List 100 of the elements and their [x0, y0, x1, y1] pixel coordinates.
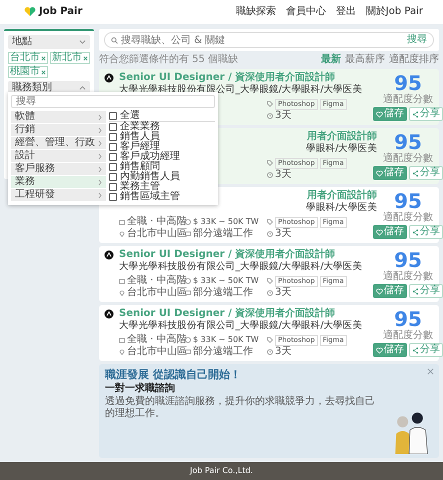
save-button[interactable]: 儲存 [373, 225, 407, 239]
job-title-link[interactable]: Senior UI Designer / 資深使用者介面設計師 [119, 249, 336, 261]
sort-link[interactable]: 適配度排序 [389, 54, 439, 66]
checkbox[interactable] [109, 183, 117, 191]
heart-icon [376, 170, 383, 176]
share-button[interactable]: 分享 [409, 284, 443, 298]
job-location: 台北市中山區 [127, 228, 187, 240]
category-item[interactable]: 業務 [11, 176, 106, 188]
score-label: 適配度分數 [383, 212, 433, 224]
job-title-link[interactable]: Senior UI Designer / 資深使用者介面設計師 [119, 308, 336, 320]
option-label: 內勤銷售人員 [120, 172, 180, 182]
salary-range: $ 33K ~ 50K TW [193, 334, 259, 346]
heart-icon [376, 228, 383, 236]
remote-policy: 部分遠端工作 [193, 346, 253, 358]
checkbox[interactable] [109, 133, 117, 141]
category-item[interactable]: 設計 [11, 150, 106, 162]
checkbox[interactable] [109, 123, 117, 131]
company-logo-icon [104, 250, 114, 260]
briefcase-icon [119, 337, 125, 343]
score-label: 適配度分數 [383, 330, 433, 342]
category-item[interactable]: 工程研發 [11, 189, 106, 201]
checkbox[interactable] [109, 143, 117, 151]
work-days: 3天 [275, 346, 292, 358]
category-item[interactable]: 客戶服務 [11, 163, 106, 175]
share-button[interactable]: 分享 [409, 166, 443, 180]
briefcase-icon [119, 278, 125, 284]
logo-icon [24, 7, 36, 17]
clock-icon [267, 231, 273, 237]
match-score: 95 [394, 249, 422, 271]
checkbox[interactable] [109, 173, 117, 181]
filter-chip[interactable]: 桃園市 [8, 66, 48, 78]
share-icon [412, 346, 419, 354]
share-button[interactable]: 分享 [409, 225, 443, 239]
remote-policy: 部分遠端工作 [193, 228, 253, 240]
banner-title: 職涯發展 從認識自己開始！ [105, 368, 242, 382]
pin-icon [119, 231, 125, 237]
salary-range: $ 33K ~ 50K TW [193, 216, 259, 228]
sort-link[interactable]: 最高薪序 [345, 54, 385, 66]
search-button[interactable]: 搜尋 [407, 34, 427, 46]
brand-name[interactable]: Job Pair [39, 6, 82, 18]
remove-icon[interactable] [41, 70, 46, 74]
checkbox[interactable] [109, 163, 117, 171]
sort-link[interactable]: 最新 [321, 54, 341, 66]
nav-link[interactable]: 關於Job Pair [366, 6, 423, 18]
option-label: 銷售區域主管 [120, 192, 180, 202]
share-icon [412, 288, 419, 294]
copyright-text: Job Pair Co.,Ltd. [190, 465, 253, 477]
coin-icon [185, 337, 191, 343]
job-title-link[interactable]: 用者介面設計師 [307, 131, 377, 143]
save-button[interactable]: 儲存 [373, 166, 407, 180]
option-label: 銷售人員 [120, 132, 160, 142]
score-label: 適配度分數 [383, 153, 433, 165]
match-score: 95 [394, 308, 422, 330]
nav-link[interactable]: 會員中心 [286, 6, 326, 18]
tag-icon [267, 219, 273, 225]
remove-icon[interactable] [41, 56, 46, 60]
option-label: 銷售顧問 [120, 162, 160, 172]
option-label: 客戶經理 [120, 142, 160, 152]
category-item[interactable]: 軟體 [11, 111, 106, 123]
category-item[interactable]: 經營、管理、行政 [11, 137, 106, 149]
share-icon [412, 170, 419, 176]
job-title-link[interactable]: 用者介面設計師 [307, 190, 377, 202]
tag-icon [267, 278, 273, 284]
coin-icon [185, 219, 191, 225]
nav-link[interactable]: 職缺探索 [236, 6, 276, 18]
remove-icon[interactable] [83, 56, 88, 60]
share-button[interactable]: 分享 [409, 107, 443, 121]
clock-icon [267, 172, 273, 178]
job-location: 台北市中山區 [127, 346, 187, 358]
checkbox[interactable] [109, 112, 117, 120]
score-label: 適配度分數 [383, 94, 433, 106]
save-button[interactable]: 儲存 [373, 107, 407, 121]
job-level: 全職 · 中高階 [127, 334, 187, 346]
search-field[interactable]: 搜尋職缺、公司 & 關鍵 搜尋 [104, 32, 434, 48]
work-days: 3天 [275, 169, 292, 181]
share-button[interactable]: 分享 [409, 343, 443, 357]
category-item[interactable]: 行銷 [11, 124, 106, 136]
nav-link[interactable]: 登出 [336, 6, 356, 18]
clock-icon [267, 113, 273, 119]
filter-chip[interactable]: 台北市 [8, 52, 48, 64]
location-select[interactable]: 地點 [8, 35, 90, 49]
filter-chip[interactable]: 新北市 [50, 52, 90, 64]
tag-icon [267, 101, 273, 107]
checkbox[interactable] [109, 153, 117, 161]
briefcase-icon [119, 219, 125, 225]
work-days: 3天 [275, 228, 292, 240]
company-name: 學眼科/大學医美 [306, 143, 377, 155]
coin-icon [185, 278, 191, 284]
pin-icon [119, 290, 125, 296]
clock-icon [267, 349, 273, 355]
laptop-icon [185, 349, 191, 355]
company-logo-icon [104, 309, 114, 319]
job-level: 全職 · 中高階 [127, 275, 187, 286]
heart-icon [376, 288, 383, 294]
job-title-link[interactable]: Senior UI Designer / 資深使用者介面設計師 [119, 72, 336, 84]
save-button[interactable]: 儲存 [373, 284, 407, 298]
checkbox[interactable] [109, 193, 117, 201]
search-field[interactable]: 搜尋 [11, 95, 215, 108]
save-button[interactable]: 儲存 [373, 343, 407, 357]
match-score: 95 [394, 190, 422, 212]
